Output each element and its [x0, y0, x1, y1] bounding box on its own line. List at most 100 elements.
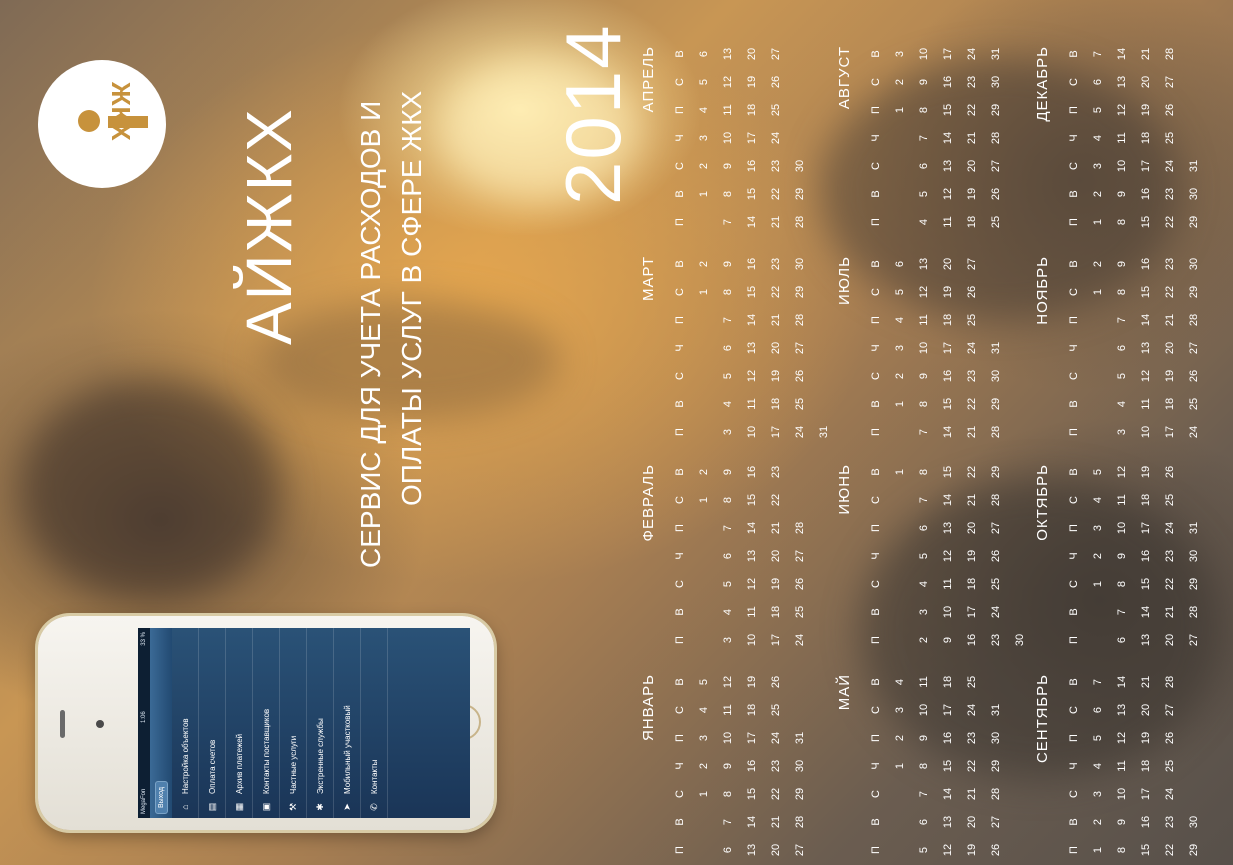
exit-button[interactable]: Выход — [154, 781, 168, 814]
weekday-label: П — [1068, 846, 1080, 854]
day-cell: 3 — [1092, 790, 1104, 798]
day-cell: 12 — [1116, 465, 1128, 479]
phone-mockup: MegaFon 1:06 33 % Выход ⌂ Настройка объек… — [38, 616, 494, 830]
weekday-label: С — [1068, 372, 1080, 380]
weekday-label: В — [674, 608, 686, 616]
week-row: 12 — [1086, 250, 1110, 446]
weekday-label: П — [1068, 218, 1080, 226]
day-cell: 11 — [1116, 132, 1128, 144]
day-cell: 23 — [770, 159, 782, 173]
month-grid: П В С Ч П С В 1 2 3 4 5 6 7 8 9 10 11 12 13 14 15 16 17 18 19 20 21… — [1062, 250, 1206, 446]
day-cell: 14 — [942, 425, 954, 439]
menu-item[interactable]: ✆ Контакты — [361, 628, 388, 818]
month-content: ОКТЯБРЬ П В С Ч П С В 1 2 3 4 5 6 7 8 9 10 11 12 13 14 15 16 17 1… — [1034, 458, 1206, 654]
day-cell: 4 — [1092, 134, 1104, 142]
day-cell: 13 — [942, 159, 954, 173]
day-cell: 12 — [918, 285, 930, 299]
app-menu: ⌂ Настройка объектов ▤ Оплата счетов ▦ Архив … — [172, 628, 388, 818]
day-cell: 26 — [770, 75, 782, 89]
day-cell: 23 — [1164, 549, 1176, 563]
day-cell: 5 — [722, 372, 734, 380]
weekday-label: В — [674, 400, 686, 408]
day-cell: 8 — [1116, 288, 1128, 296]
month-name: МАЙ — [836, 674, 853, 711]
month-name: ДЕКАБРЬ — [1034, 46, 1051, 122]
weekday-label: С — [870, 790, 882, 798]
day-cell: 10 — [942, 605, 954, 619]
weekday-label: С — [674, 496, 686, 504]
day-cell: 22 — [1164, 843, 1176, 857]
day-cell: 24 — [1164, 521, 1176, 535]
day-cell: 16 — [966, 633, 978, 647]
day-cell: 16 — [1140, 187, 1152, 201]
day-cell: 15 — [746, 187, 758, 201]
menu-item[interactable]: ➤ Мобильный участковый — [334, 628, 361, 818]
day-cell: 28 — [990, 787, 1002, 801]
month-4: АПРЕЛЬ П В С Ч П С В 1 2 3 4 5 6 7 8 9 10 11 12 13 14 15 16 17 18… — [640, 40, 812, 236]
weekday-label: В — [1068, 818, 1080, 826]
day-cell: 28 — [794, 215, 806, 229]
day-cell: 27 — [794, 341, 806, 355]
day-cell: 7 — [1092, 50, 1104, 58]
day-cell: 23 — [770, 257, 782, 271]
day-cell: 15 — [746, 787, 758, 801]
menu-item[interactable]: ✱ Экстренные службы — [307, 628, 334, 818]
day-cell: 15 — [746, 285, 758, 299]
week-row: 31 — [812, 250, 836, 446]
menu-item[interactable]: ▤ Оплата счетов — [199, 628, 226, 818]
month-grid: П В С Ч П С В 1 2 3 4 5 6 7 8 9 10 11 12 13 14 15 16 17 18 19 20 21… — [668, 458, 812, 654]
month-content: МАРТ П В С Ч П С В 1 2 3 4 5 6 7 8 9 10 11 12 13 14 15 16 17 18 19… — [640, 250, 830, 446]
week-row: 29 30 31 — [1182, 40, 1206, 236]
day-cell: 30 — [1014, 633, 1026, 647]
day-cell: 3 — [894, 344, 906, 352]
day-cell: 29 — [1188, 215, 1200, 229]
day-cell: 2 — [698, 260, 710, 268]
day-cell: 8 — [918, 762, 930, 770]
day-cell: 31 — [990, 341, 1002, 355]
day-cell: 25 — [1164, 131, 1176, 145]
week-row: 22 23 24 25 26 27 28 — [1158, 40, 1182, 236]
day-cell: 9 — [722, 260, 734, 268]
menu-item[interactable]: ⚒ Частные услуги — [280, 628, 307, 818]
weekday-label: С — [1068, 162, 1080, 170]
menu-item[interactable]: ⌂ Настройка объектов — [172, 628, 199, 818]
day-cell: 30 — [990, 369, 1002, 383]
weekday-label: В — [674, 260, 686, 268]
day-cell: 17 — [942, 703, 954, 717]
weekday-label: В — [674, 50, 686, 58]
day-cell: 14 — [1140, 605, 1152, 619]
day-cell: 24 — [794, 633, 806, 647]
weekday-label: С — [870, 580, 882, 588]
day-cell: 22 — [1164, 577, 1176, 591]
day-cell: 24 — [1164, 787, 1176, 801]
weekday-label: С — [870, 162, 882, 170]
day-cell: 24 — [770, 131, 782, 145]
day-cell: 24 — [966, 47, 978, 61]
day-cell: 31 — [1188, 521, 1200, 535]
day-cell: 24 — [794, 425, 806, 439]
day-cell: 6 — [1092, 78, 1104, 86]
menu-item[interactable]: ▦ Архив платежей — [226, 628, 253, 818]
day-cell: 16 — [942, 75, 954, 89]
day-cell: 16 — [1140, 257, 1152, 271]
weekday-label: В — [870, 468, 882, 476]
weekday-label: П — [1068, 524, 1080, 532]
day-cell: 25 — [794, 605, 806, 619]
weekday-label: В — [1068, 400, 1080, 408]
menu-item-label: Оплата счетов — [207, 739, 217, 794]
week-row: 18 19 20 21 22 23 24 — [960, 40, 984, 236]
day-cell: 2 — [1092, 190, 1104, 198]
day-cell: 19 — [1140, 465, 1152, 479]
menu-item[interactable]: ▣ Контакты поставщиков — [253, 628, 280, 818]
day-cell: 27 — [1188, 341, 1200, 355]
month-grid: П В С Ч П С В 1 2 3 4 5 6 7 8 9 10 11 12 13 14 15 16 17 18 19 20 21… — [1062, 458, 1206, 654]
day-cell: 19 — [966, 549, 978, 563]
day-cell: 21 — [966, 425, 978, 439]
week-row: 7 8 9 10 11 12 13 — [716, 40, 740, 236]
day-cell: 15 — [942, 759, 954, 773]
day-cell: 31 — [990, 47, 1002, 61]
day-cell: 18 — [942, 313, 954, 327]
week-row: 8 9 10 11 12 13 14 — [1110, 668, 1134, 864]
week-row: 1 — [888, 458, 912, 654]
weekday-label: Ч — [870, 344, 882, 352]
